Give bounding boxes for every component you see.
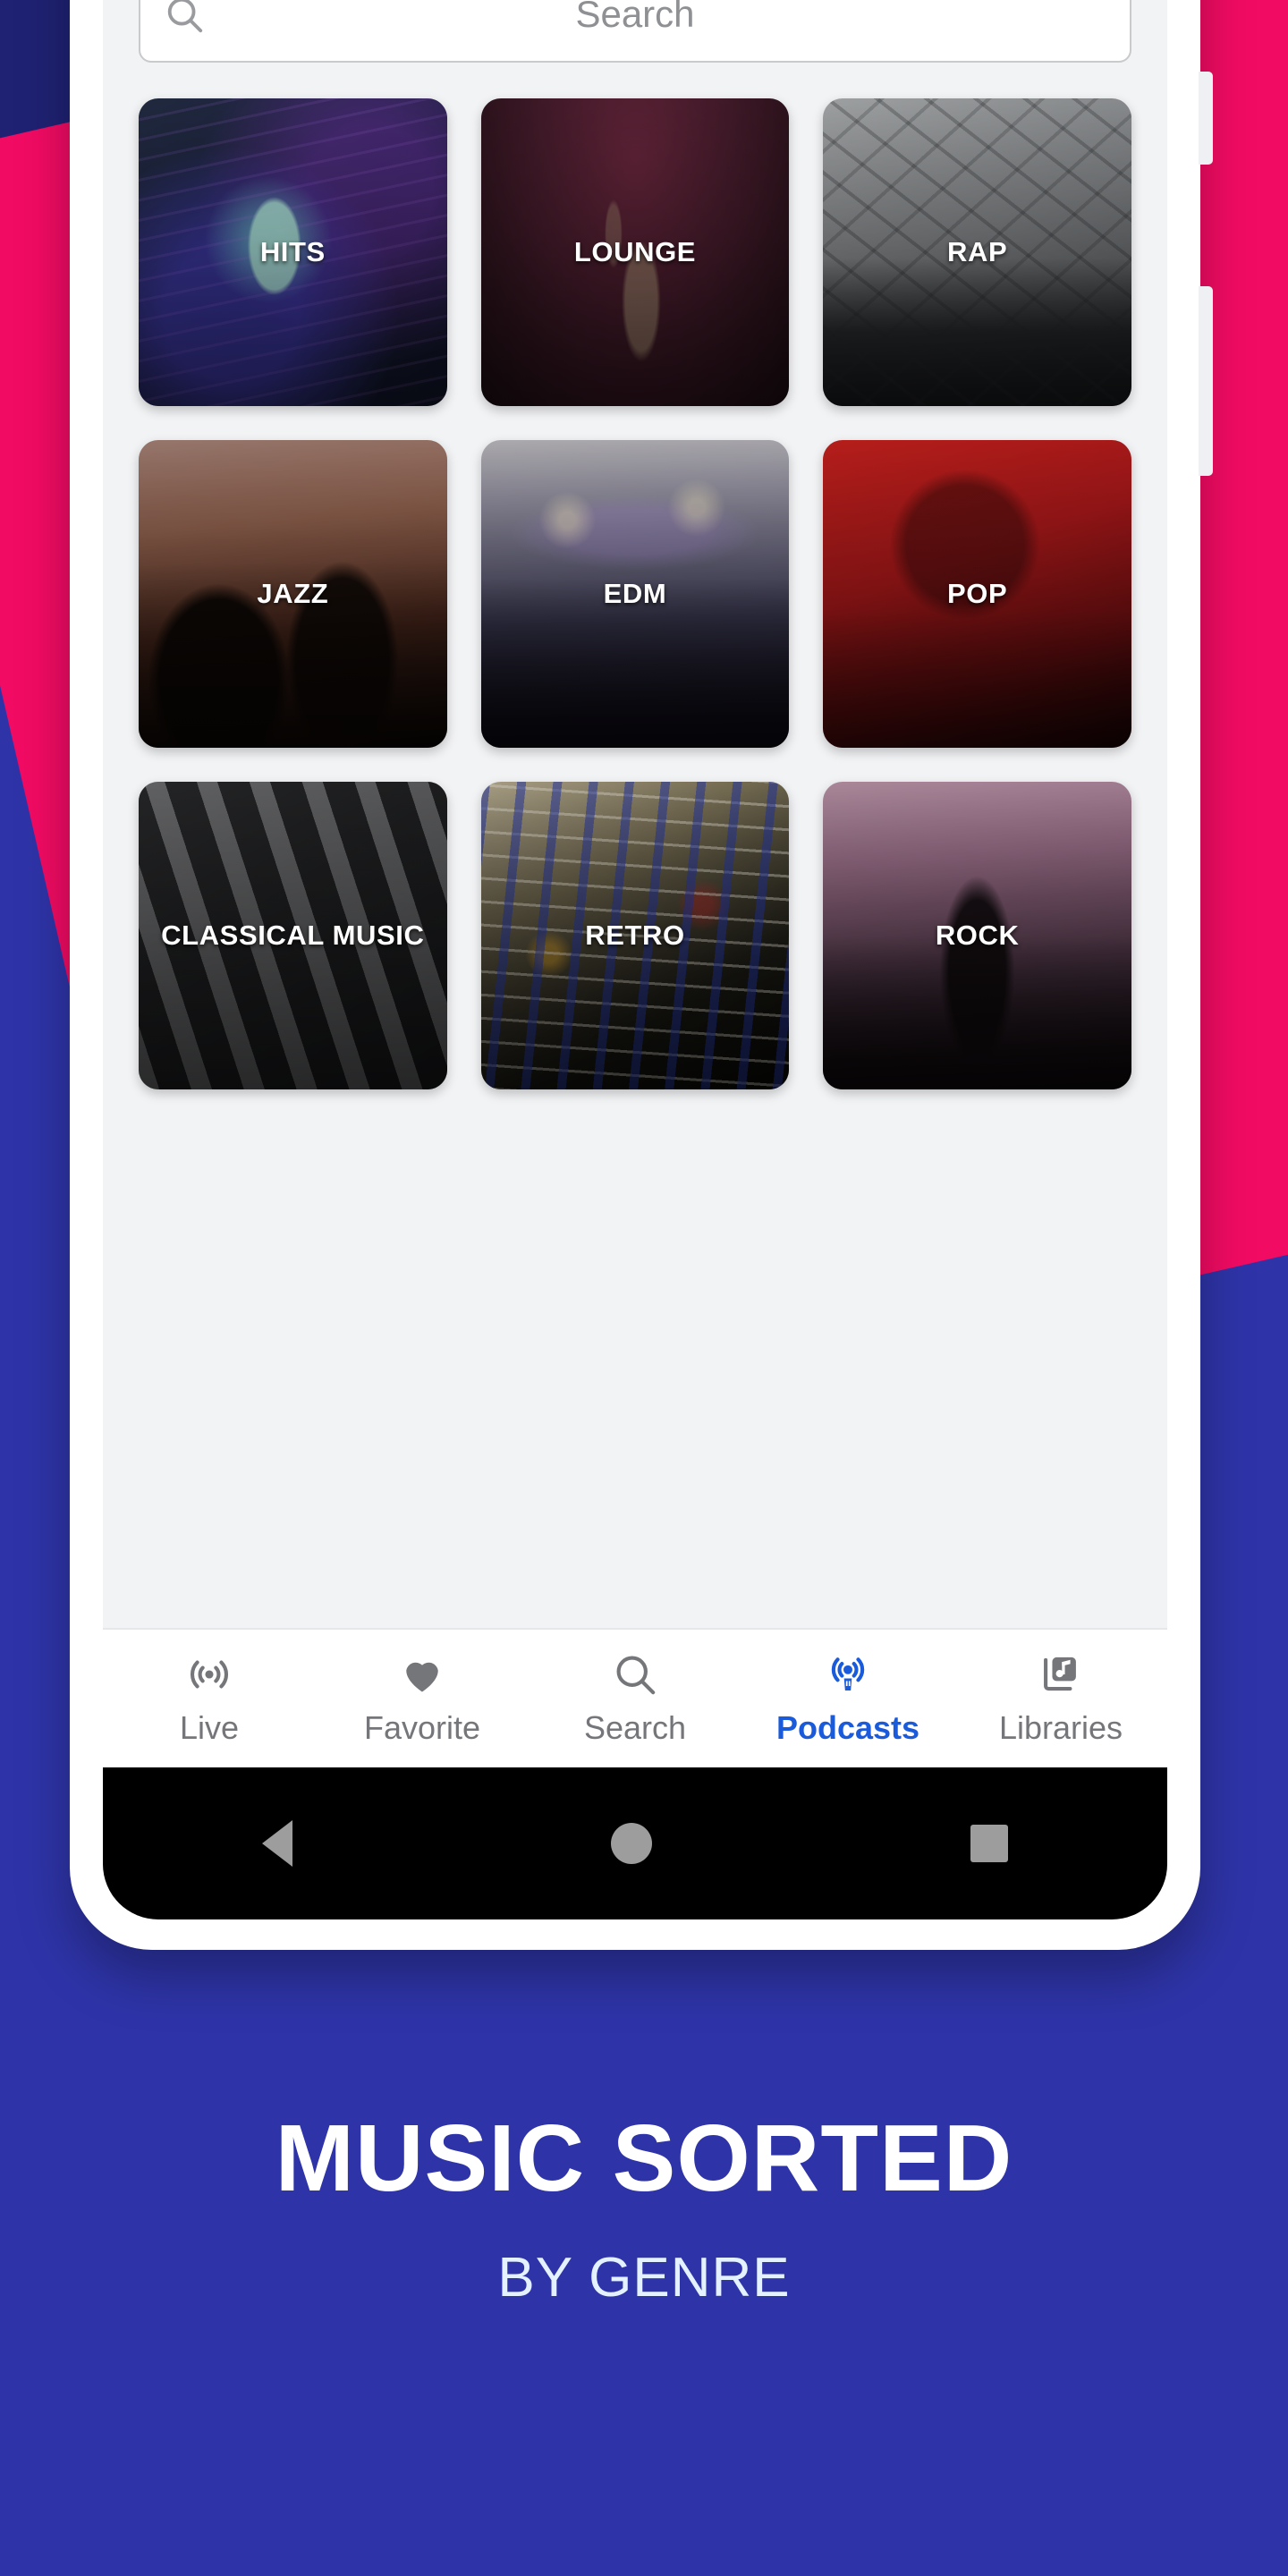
genre-tile-label: HITS — [259, 235, 326, 267]
back-button[interactable] — [262, 1820, 292, 1867]
genre-tile-label: ROCK — [935, 919, 1020, 951]
genre-tile-label: POP — [947, 577, 1008, 609]
music-library-icon — [1038, 1650, 1084, 1699]
genre-tile-label: RETRO — [585, 919, 685, 951]
nav-item-label: Favorite — [363, 1709, 481, 1746]
nav-item-label: Search — [583, 1709, 687, 1746]
podcast-icon — [825, 1650, 871, 1699]
nav-item-favorite[interactable]: Favorite — [316, 1650, 529, 1747]
genre-tile-retro[interactable]: RETRO — [480, 782, 790, 1089]
bottom-navigation-bar: Live Favorite Search Podcasts Libraries — [103, 1628, 1167, 1767]
genre-tile-label: JAZZ — [257, 577, 329, 609]
genre-tile-hits[interactable]: HITS — [139, 98, 447, 406]
nav-item-libraries[interactable]: Libraries — [954, 1650, 1167, 1747]
genre-grid: HITS LOUNGE RAP JAZZ EDM POP CLASSICAL M… — [139, 98, 1131, 1089]
nav-item-podcasts[interactable]: Podcasts — [741, 1650, 954, 1747]
genre-tile-jazz[interactable]: JAZZ — [139, 440, 447, 748]
search-icon — [164, 0, 205, 35]
promo-captions: MUSIC SORTED BY GENRE — [0, 2111, 1288, 2306]
search-bar[interactable] — [139, 0, 1131, 63]
promo-subheadline: BY GENRE — [497, 2247, 791, 2309]
nav-item-search[interactable]: Search — [529, 1650, 741, 1747]
genre-tile-rap[interactable]: RAP — [823, 98, 1131, 406]
nav-item-label: Live — [179, 1709, 240, 1746]
volume-down-button[interactable] — [1199, 286, 1213, 476]
home-button[interactable] — [611, 1823, 652, 1864]
home-circle-icon — [611, 1823, 652, 1864]
phone-screen: HITS LOUNGE RAP JAZZ — [103, 0, 1167, 1919]
heart-icon — [399, 1650, 445, 1699]
search-icon — [612, 1650, 658, 1699]
recents-button[interactable] — [970, 1825, 1008, 1862]
promo-headline: MUSIC SORTED — [275, 2106, 1013, 2211]
genre-tile-rock[interactable]: ROCK — [823, 782, 1131, 1089]
nav-item-label: Podcasts — [775, 1709, 920, 1746]
genre-tile-label: EDM — [603, 577, 667, 609]
genre-tile-label: LOUNGE — [573, 235, 697, 267]
nav-item-label: Libraries — [998, 1709, 1123, 1746]
recents-square-icon — [970, 1825, 1008, 1862]
nav-item-live[interactable]: Live — [103, 1650, 316, 1747]
genre-tile-label: RAP — [947, 235, 1008, 267]
app-content: HITS LOUNGE RAP JAZZ — [103, 0, 1167, 1628]
volume-up-button[interactable] — [1199, 72, 1213, 165]
android-system-navigation-bar — [103, 1767, 1167, 1919]
genre-tile-pop[interactable]: POP — [823, 440, 1131, 748]
genre-tile-label: CLASSICAL MUSIC — [161, 919, 425, 951]
broadcast-icon — [186, 1650, 233, 1699]
back-triangle-icon — [262, 1820, 292, 1867]
search-input[interactable] — [205, 0, 1106, 36]
genre-tile-classical-music[interactable]: CLASSICAL MUSIC — [139, 782, 447, 1089]
genre-tile-edm[interactable]: EDM — [480, 440, 790, 748]
genre-tile-lounge[interactable]: LOUNGE — [480, 98, 790, 406]
phone-mockup: HITS LOUNGE RAP JAZZ — [70, 0, 1213, 1950]
